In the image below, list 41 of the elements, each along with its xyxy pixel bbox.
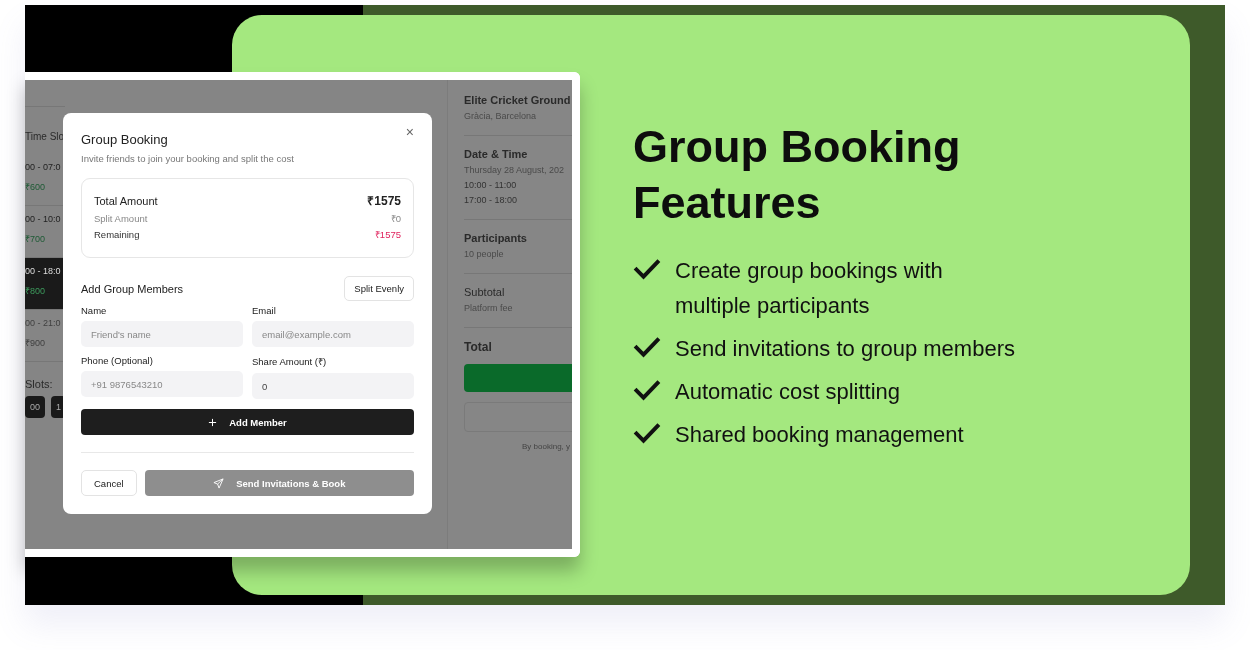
amount-value: ₹0	[390, 212, 401, 225]
amount-label: Remaining	[94, 229, 140, 240]
section-heading: Date & Time	[464, 148, 529, 160]
book-button[interactable]	[464, 364, 572, 392]
venue-name: Elite Cricket Ground	[464, 94, 572, 106]
booking-time: 10:00 - 11:00	[464, 180, 518, 190]
feature-text: Send invitations to group members	[675, 335, 1016, 363]
selected-slots-label: Slots:	[25, 378, 54, 390]
dialog-title: Group Booking	[81, 132, 168, 147]
amount-value: ₹1575	[367, 193, 401, 209]
add-member-button[interactable]: Add Member	[81, 409, 414, 435]
input-field[interactable]: Friend's name	[81, 321, 243, 347]
amount-value: ₹1575	[374, 228, 401, 241]
cancel-button[interactable]: Cancel	[81, 470, 137, 496]
split-evenly-button[interactable]: Split Evenly	[344, 276, 414, 301]
section-heading: Add Group Members	[81, 282, 184, 295]
slot-chip[interactable]: 00	[25, 396, 45, 418]
send-icon	[213, 477, 225, 489]
field-label: Name	[81, 305, 108, 316]
booking-time: 17:00 - 18:00	[464, 195, 519, 205]
field-label: Share Amount (₹)	[252, 355, 328, 368]
field-label: Email	[252, 305, 277, 316]
amount-label: Total Amount	[94, 195, 158, 207]
input-field[interactable]: email@example.com	[252, 321, 414, 347]
input-field[interactable]: +91 9876543210	[81, 371, 243, 397]
feature-text: Shared booking management	[675, 421, 965, 449]
amount-label: Split Amount	[94, 213, 148, 224]
feature-text: Automatic cost splitting	[675, 378, 901, 406]
section-heading: Participants	[464, 232, 528, 244]
feature-text: Create group bookings with multiple participants	[675, 257, 944, 320]
time-slot[interactable]: 00 - 18:0 ₹800	[25, 258, 65, 310]
outline-button[interactable]	[464, 402, 572, 432]
dialog-subtitle: Invite friends to join your booking and split the cost	[81, 153, 295, 164]
field-label: Phone (Optional)	[81, 355, 154, 366]
close-button[interactable]: ×	[405, 126, 414, 138]
feature-heading: Group Booking Features	[633, 120, 962, 230]
subtotal-label: Subtotal	[464, 286, 506, 298]
total-label: Total	[464, 340, 493, 354]
plus-icon	[208, 417, 218, 427]
input-field[interactable]: 0	[252, 373, 414, 399]
section-heading: Time Slo	[25, 131, 65, 142]
